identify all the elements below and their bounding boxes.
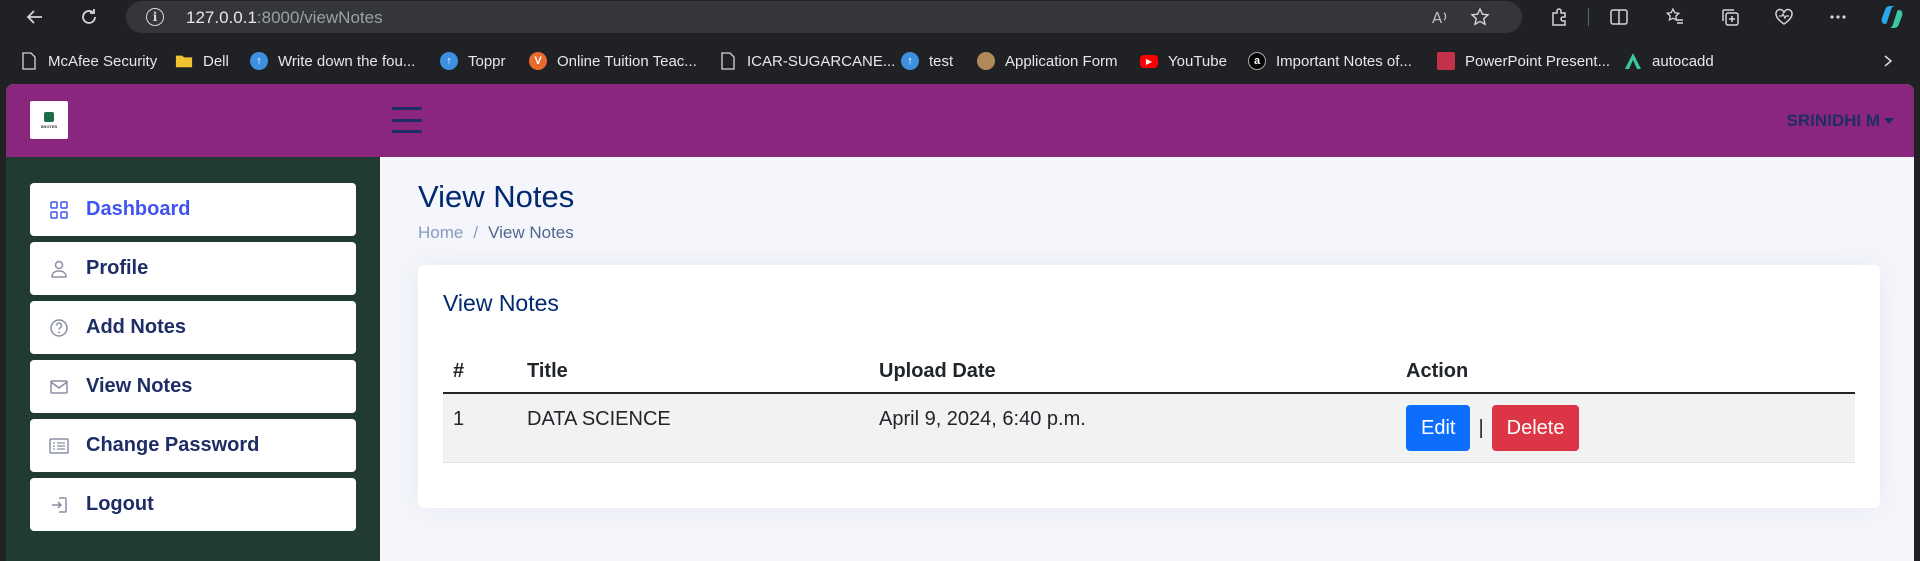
sidebar-item-dashboard[interactable]: Dashboard [30, 183, 356, 236]
breadcrumb-home-link[interactable]: Home [418, 223, 463, 243]
a-icon: a [1248, 52, 1266, 70]
notes-table: # Title Upload Date Action 1 DATA SCIENC… [443, 350, 1855, 463]
card-title: View Notes [443, 290, 559, 316]
action-separator: | [1478, 416, 1484, 439]
browser-essentials-icon[interactable] [1770, 3, 1798, 31]
ppt-icon [1437, 52, 1455, 70]
cell-upload-date: April 9, 2024, 6:40 p.m. [869, 393, 1396, 463]
bookmark-test[interactable]: ↑ test [901, 50, 953, 72]
cell-number: 1 [443, 393, 517, 463]
sidebar-item-view-notes[interactable]: View Notes [30, 360, 356, 413]
read-aloud-icon[interactable]: A [1426, 3, 1454, 31]
reload-icon[interactable] [75, 3, 103, 31]
favorites-list-icon[interactable] [1661, 3, 1689, 31]
split-screen-icon[interactable] [1605, 3, 1633, 31]
address-bar[interactable]: i 127.0.0.1:8000/viewNotes A [126, 1, 1522, 33]
upload-icon: ↑ [440, 52, 458, 70]
person-icon [48, 258, 70, 280]
site-info-icon[interactable]: i [146, 8, 164, 26]
bookmark-autocadd[interactable]: autocadd [1624, 50, 1714, 72]
user-dropdown[interactable]: SRINIDHI M [1787, 111, 1894, 131]
seal-icon [977, 52, 995, 70]
bookmark-dell[interactable]: Dell [175, 50, 229, 72]
sidebar-item-add-notes[interactable]: Add Notes [30, 301, 356, 354]
logout-icon [48, 494, 70, 516]
autocad-icon [1624, 52, 1642, 70]
delete-button[interactable]: Delete [1491, 405, 1580, 451]
breadcrumb-separator: / [473, 223, 479, 242]
logo-mark-icon [44, 111, 54, 122]
document-icon [20, 52, 38, 70]
sidebar: Dashboard Profile Add Notes View Notes C… [6, 157, 380, 561]
svg-text:A: A [1432, 9, 1443, 27]
url-text[interactable]: 127.0.0.1:8000/viewNotes [186, 8, 383, 28]
column-header-action: Action [1396, 350, 1855, 394]
page-title: View Notes [418, 179, 575, 214]
edit-button[interactable]: Edit [1406, 405, 1471, 451]
extensions-icon[interactable] [1545, 3, 1573, 31]
chevron-right-icon[interactable] [1874, 47, 1902, 75]
notes-card: View Notes # Title Upload Date Action 1 [418, 265, 1880, 508]
bookmark-write-down[interactable]: ↑ Write down the fou... [250, 50, 415, 72]
v-icon: V [529, 52, 547, 70]
column-header-number: # [443, 350, 517, 394]
hamburger-menu-icon[interactable] [392, 107, 422, 133]
table-row: 1 DATA SCIENCE April 9, 2024, 6:40 p.m. … [443, 393, 1855, 463]
copilot-icon[interactable] [1878, 3, 1906, 31]
bookmark-youtube[interactable]: ▶ YouTube [1140, 50, 1227, 72]
main-content: View Notes Home / View Notes View Notes … [380, 157, 1914, 561]
sidebar-item-logout[interactable]: Logout [30, 478, 356, 531]
question-circle-icon [48, 317, 70, 339]
column-header-upload-date: Upload Date [869, 350, 1396, 394]
upload-icon: ↑ [250, 52, 268, 70]
bookmark-mcafee[interactable]: McAfee Security [20, 50, 157, 72]
sidebar-item-profile[interactable]: Profile [30, 242, 356, 295]
bookmark-toppr[interactable]: ↑ Toppr [440, 50, 506, 72]
more-menu-icon[interactable] [1824, 3, 1852, 31]
upload-icon: ↑ [901, 52, 919, 70]
column-header-title: Title [517, 350, 869, 394]
bookmark-application-form[interactable]: Application Form [977, 50, 1118, 72]
breadcrumb: Home / View Notes [418, 223, 574, 243]
bookmark-important-notes[interactable]: a Important Notes of... [1248, 50, 1412, 72]
envelope-icon [48, 376, 70, 398]
grid-icon [48, 199, 70, 221]
youtube-icon: ▶ [1140, 54, 1158, 68]
toolbar-divider [1588, 8, 1589, 26]
sidebar-item-change-password[interactable]: Change Password [30, 419, 356, 472]
web-page: SNOTES SRINIDHI M Dashboard Profile Add … [6, 84, 1914, 561]
list-icon [48, 435, 70, 457]
bookmark-powerpoint[interactable]: PowerPoint Present... [1437, 50, 1610, 72]
breadcrumb-current: View Notes [488, 223, 574, 242]
top-header: SNOTES SRINIDHI M [6, 84, 1914, 157]
bookmark-icar[interactable]: ICAR-SUGARCANE... [719, 50, 895, 72]
caret-down-icon [1884, 118, 1894, 124]
bookmark-online-tuition[interactable]: V Online Tuition Teac... [529, 50, 697, 72]
back-arrow-icon[interactable] [21, 3, 49, 31]
collections-icon[interactable] [1716, 3, 1744, 31]
site-logo[interactable]: SNOTES [30, 101, 68, 139]
folder-icon [175, 52, 193, 70]
document-icon [719, 52, 737, 70]
cell-action: Edit | Delete [1396, 393, 1855, 463]
bookmarks-bar: McAfee Security Dell ↑ Write down the fo… [0, 43, 1920, 77]
table-header-row: # Title Upload Date Action [443, 350, 1855, 394]
browser-toolbar: i 127.0.0.1:8000/viewNotes A [0, 0, 1920, 34]
cell-title: DATA SCIENCE [517, 393, 869, 463]
favorite-star-icon[interactable] [1466, 3, 1494, 31]
